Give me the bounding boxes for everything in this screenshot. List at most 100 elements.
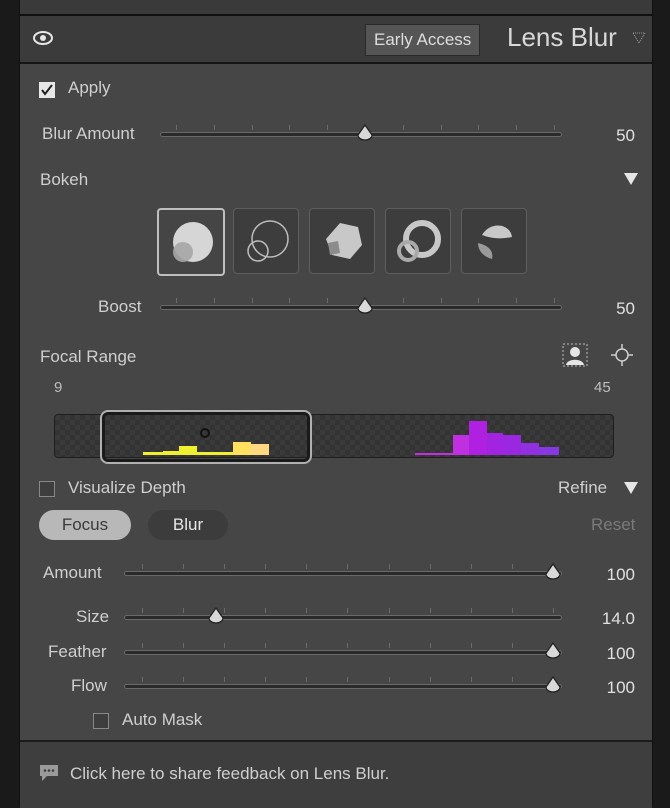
amount-label: Amount bbox=[43, 563, 102, 582]
slider-tick bbox=[213, 125, 215, 130]
slider-tick bbox=[347, 677, 349, 682]
focal-range-max: 45 bbox=[594, 379, 611, 396]
slider-tick bbox=[265, 564, 267, 569]
focal-range-label: Focal Range bbox=[40, 347, 137, 366]
feather-slider[interactable] bbox=[124, 640, 562, 660]
slider-tick bbox=[176, 298, 178, 303]
slider-thumb-icon[interactable] bbox=[355, 295, 375, 315]
slider-tick bbox=[512, 677, 514, 682]
apply-checkbox[interactable] bbox=[39, 82, 55, 98]
slider-tick bbox=[176, 125, 178, 130]
size-label: Size bbox=[76, 607, 110, 626]
boost-slider[interactable] bbox=[160, 295, 562, 315]
bokeh-shape-circle[interactable] bbox=[157, 208, 225, 276]
slider-tick bbox=[223, 677, 225, 682]
amount-slider[interactable] bbox=[124, 561, 562, 581]
blur-amount-label: Blur Amount bbox=[42, 124, 135, 143]
bokeh-circle-icon bbox=[173, 222, 213, 262]
slider-tick bbox=[306, 643, 308, 648]
slider-thumb-icon[interactable] bbox=[543, 674, 563, 694]
visualize-depth-label: Visualize Depth bbox=[68, 478, 186, 497]
eye-icon[interactable] bbox=[32, 30, 54, 46]
slider-tick bbox=[429, 564, 431, 569]
slider-track[interactable] bbox=[124, 684, 562, 689]
slider-thumb-icon[interactable] bbox=[543, 640, 563, 660]
slider-tick bbox=[141, 643, 143, 648]
slider-tick bbox=[182, 564, 184, 569]
slider-tick bbox=[402, 125, 404, 130]
slider-tick bbox=[223, 564, 225, 569]
slider-thumb-icon[interactable] bbox=[206, 605, 226, 625]
bokeh-collapse-triangle-icon[interactable] bbox=[623, 172, 639, 186]
panel-header[interactable]: Early Access Lens Blur bbox=[20, 16, 652, 64]
blur-tab[interactable]: Blur bbox=[148, 510, 228, 540]
slider-track[interactable] bbox=[124, 615, 562, 620]
amount-value[interactable]: 100 bbox=[575, 565, 635, 585]
bokeh-shape-soft-ring[interactable] bbox=[233, 208, 299, 274]
feather-label: Feather bbox=[48, 642, 107, 661]
slider-tick bbox=[470, 608, 472, 613]
slider-thumb-icon[interactable] bbox=[543, 561, 563, 581]
feather-value[interactable]: 100 bbox=[575, 644, 635, 664]
reset-button[interactable]: Reset bbox=[591, 515, 635, 535]
slider-tick bbox=[265, 608, 267, 613]
refine-collapse-triangle-icon[interactable] bbox=[623, 481, 639, 495]
slider-tick bbox=[306, 564, 308, 569]
slider-track[interactable] bbox=[124, 571, 562, 576]
slider-tick bbox=[251, 298, 253, 303]
slider-tick bbox=[141, 564, 143, 569]
slider-tick bbox=[265, 677, 267, 682]
slider-tick bbox=[512, 608, 514, 613]
lens-blur-panel: Early Access Lens Blur Apply Blur Amount… bbox=[19, 0, 653, 808]
slider-tick bbox=[223, 643, 225, 648]
target-point-icon[interactable] bbox=[610, 343, 634, 367]
slider-tick bbox=[289, 298, 291, 303]
slider-tick bbox=[429, 677, 431, 682]
slider-track[interactable] bbox=[124, 650, 562, 655]
bokeh-shape-polygon[interactable] bbox=[309, 208, 375, 274]
top-divider bbox=[20, 0, 652, 16]
slider-tick bbox=[516, 125, 518, 130]
bokeh-shape-ring[interactable] bbox=[385, 208, 451, 274]
blur-amount-slider[interactable] bbox=[160, 122, 562, 142]
feedback-link[interactable]: Click here to share feedback on Lens Blu… bbox=[70, 764, 389, 784]
blur-amount-value[interactable]: 50 bbox=[575, 126, 635, 146]
slider-tick bbox=[388, 564, 390, 569]
focus-range-selector[interactable] bbox=[100, 410, 312, 464]
flow-value[interactable]: 100 bbox=[575, 678, 635, 698]
slider-tick bbox=[182, 677, 184, 682]
flow-slider[interactable] bbox=[124, 674, 562, 694]
refine-label[interactable]: Refine bbox=[558, 478, 607, 498]
bokeh-ring-icon bbox=[397, 220, 441, 262]
slider-tick bbox=[347, 608, 349, 613]
slider-tick bbox=[478, 298, 480, 303]
slider-tick bbox=[182, 608, 184, 613]
early-access-badge[interactable]: Early Access bbox=[365, 24, 481, 56]
slider-thumb-icon[interactable] bbox=[355, 122, 375, 142]
focus-tab[interactable]: Focus bbox=[39, 510, 131, 540]
slider-tick bbox=[388, 608, 390, 613]
auto-mask-checkbox[interactable] bbox=[93, 713, 109, 729]
bokeh-cat-eye-icon bbox=[478, 225, 512, 259]
slider-tick bbox=[512, 643, 514, 648]
size-value[interactable]: 14.0 bbox=[575, 609, 635, 629]
slider-tick bbox=[327, 298, 329, 303]
focal-range-min: 9 bbox=[54, 379, 63, 396]
bokeh-polygon-icon bbox=[326, 223, 362, 259]
slider-tick bbox=[347, 643, 349, 648]
slider-tick bbox=[327, 125, 329, 130]
panel-menu-icon[interactable] bbox=[632, 32, 646, 44]
subject-select-icon[interactable] bbox=[562, 343, 588, 367]
slider-tick bbox=[402, 298, 404, 303]
feedback-footer[interactable]: Click here to share feedback on Lens Blu… bbox=[20, 740, 652, 808]
slider-tick bbox=[388, 677, 390, 682]
slider-tick bbox=[440, 125, 442, 130]
slider-tick bbox=[289, 125, 291, 130]
slider-tick bbox=[141, 608, 143, 613]
boost-value[interactable]: 50 bbox=[575, 299, 635, 319]
panel-body: Apply Blur Amount 50 Bokeh Boost 50 Foca… bbox=[20, 64, 652, 740]
bokeh-shape-cat-eye[interactable] bbox=[461, 208, 527, 274]
flow-label: Flow bbox=[71, 676, 107, 695]
visualize-depth-checkbox[interactable] bbox=[39, 481, 55, 497]
size-slider[interactable] bbox=[124, 605, 562, 625]
